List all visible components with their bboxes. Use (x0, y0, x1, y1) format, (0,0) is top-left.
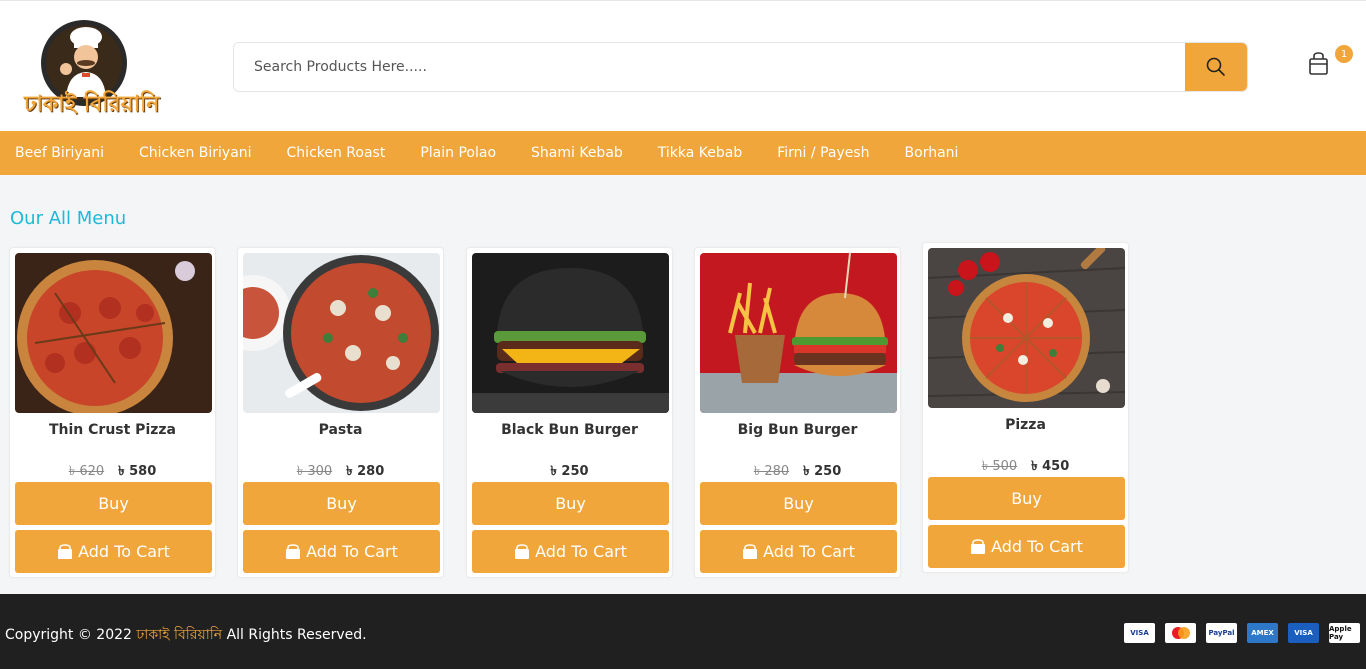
buy-button[interactable]: Buy (15, 482, 212, 525)
product-price: ৳ 300 ৳ 280 (238, 462, 443, 483)
current-price: ৳ 580 (118, 464, 157, 479)
product-name: Black Bun Burger (501, 422, 638, 438)
nav-item-chicken-biriyani[interactable]: Chicken Biriyani (139, 145, 252, 161)
add-to-cart-label: Add To Cart (78, 542, 170, 561)
add-to-cart-label: Add To Cart (991, 537, 1083, 556)
add-to-cart-button[interactable]: Add To Cart (700, 530, 897, 573)
product-image[interactable] (15, 253, 212, 413)
shopping-bag-icon (286, 544, 301, 559)
product-price: ৳ 500 ৳ 450 (923, 457, 1128, 478)
product-card: Pizza ৳ 500 ৳ 450 Buy Add To Cart (922, 242, 1129, 573)
add-to-cart-button[interactable]: Add To Cart (243, 530, 440, 573)
search-icon (1206, 57, 1225, 76)
add-to-cart-button[interactable]: Add To Cart (928, 525, 1125, 568)
site-footer: Copyright © 2022 ঢাকাই বিরিয়ানি All Rig… (0, 594, 1366, 669)
product-card: Thin Crust Pizza ৳ 620 ৳ 580 Buy Add To C… (9, 247, 216, 578)
product-card: Big Bun Burger ৳ 280 ৳ 250 Buy Add To Car… (694, 247, 901, 578)
product-name: Big Bun Burger (737, 422, 858, 438)
shopping-bag-icon (743, 544, 758, 559)
category-nav: Beef Biriyani Chicken Biriyani Chicken R… (0, 131, 1366, 175)
add-to-cart-label: Add To Cart (306, 542, 398, 561)
buy-button[interactable]: Buy (472, 482, 669, 525)
shopping-bag-icon (58, 544, 73, 559)
product-name: Pizza (1005, 417, 1046, 433)
paypal-icon: PayPal (1206, 623, 1237, 643)
current-price: ৳ 280 (346, 464, 385, 479)
product-image[interactable] (928, 248, 1125, 408)
old-price: ৳ 620 (68, 464, 105, 479)
search-button[interactable] (1185, 43, 1247, 91)
product-card: Pasta ৳ 300 ৳ 280 Buy Add To Cart (237, 247, 444, 578)
product-name: Pasta (318, 422, 363, 438)
visa-electron-icon: VISA (1288, 623, 1319, 643)
add-to-cart-button[interactable]: Add To Cart (15, 530, 212, 573)
old-price: ৳ 300 (296, 464, 333, 479)
product-price: ৳ 620 ৳ 580 (10, 462, 215, 483)
visa-card-icon: VISA (1124, 623, 1155, 643)
current-price: ৳ 250 (803, 464, 842, 479)
buy-button[interactable]: Buy (700, 482, 897, 525)
search-bar (233, 42, 1248, 92)
add-to-cart-label: Add To Cart (763, 542, 855, 561)
copyright-text: Copyright © 2022 ঢাকাই বিরিয়ানি All Rig… (5, 623, 367, 647)
old-price: ৳ 500 (981, 459, 1018, 474)
nav-item-chicken-roast[interactable]: Chicken Roast (287, 145, 386, 161)
product-card: Black Bun Burger ৳ 250 Buy Add To Cart (466, 247, 673, 578)
payment-methods: VISA PayPal AMEX VISA Apple Pay (1114, 623, 1360, 643)
copyright-suffix: All Rights Reserved. (226, 627, 367, 643)
section-title: Our All Menu (10, 208, 127, 229)
add-to-cart-button[interactable]: Add To Cart (472, 530, 669, 573)
nav-item-borhani[interactable]: Borhani (905, 145, 959, 161)
search-input[interactable] (234, 43, 1186, 91)
nav-item-shami-kebab[interactable]: Shami Kebab (531, 145, 623, 161)
shopping-bag-icon (515, 544, 530, 559)
buy-button[interactable]: Buy (928, 477, 1125, 520)
site-header: ঢাকাই বিরিয়ানি 1 (0, 0, 1366, 131)
logo-text: ঢাকাই বিরিয়ানি (24, 91, 160, 117)
cart-button[interactable] (1306, 51, 1332, 77)
nav-item-firni-payesh[interactable]: Firni / Payesh (777, 145, 869, 161)
nav-item-plain-polao[interactable]: Plain Polao (420, 145, 496, 161)
buy-button[interactable]: Buy (243, 482, 440, 525)
shopping-bag-icon (1309, 52, 1328, 75)
add-to-cart-label: Add To Cart (535, 542, 627, 561)
product-image[interactable] (472, 253, 669, 413)
amex-icon: AMEX (1247, 623, 1278, 643)
nav-item-beef-biriyani[interactable]: Beef Biriyani (15, 145, 104, 161)
apple-pay-icon: Apple Pay (1329, 623, 1360, 643)
product-price: ৳ 250 (467, 462, 672, 483)
current-price: ৳ 450 (1031, 459, 1070, 474)
product-name: Thin Crust Pizza (48, 422, 176, 438)
brand-logo[interactable]: ঢাকাই বিরিয়ানি (24, 17, 159, 117)
cart-count-badge: 1 (1335, 45, 1353, 63)
old-price: ৳ 280 (753, 464, 790, 479)
current-price: ৳ 250 (550, 464, 589, 479)
product-image[interactable] (700, 253, 897, 413)
shopping-bag-icon (971, 539, 986, 554)
product-image[interactable] (243, 253, 440, 413)
copyright-prefix: Copyright © 2022 (5, 627, 132, 643)
brand-link[interactable]: ঢাকাই বিরিয়ানি (136, 627, 222, 643)
mastercard-icon (1165, 623, 1196, 643)
product-price: ৳ 280 ৳ 250 (695, 462, 900, 483)
nav-item-tikka-kebab[interactable]: Tikka Kebab (658, 145, 742, 161)
